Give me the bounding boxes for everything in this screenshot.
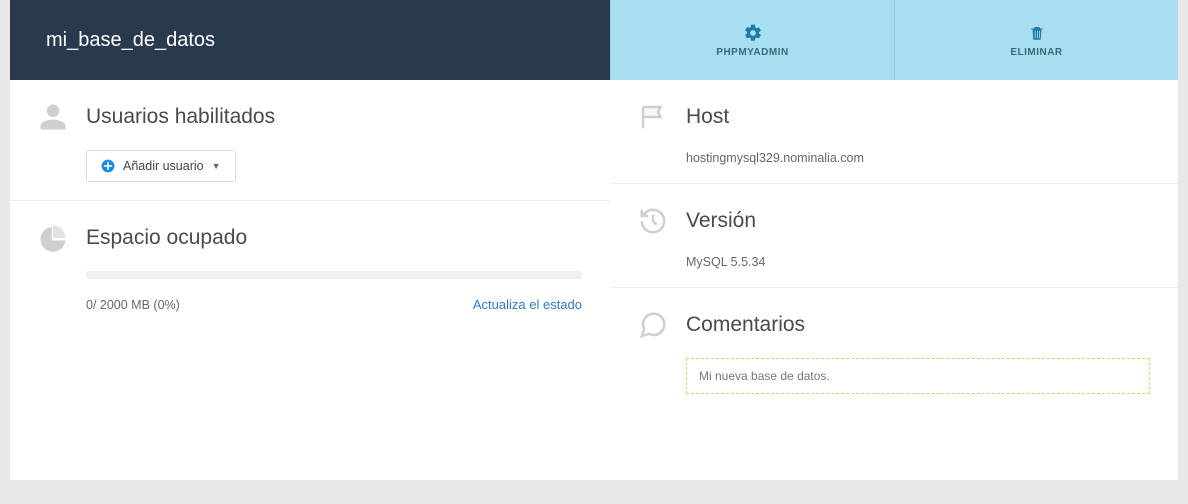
flag-icon: [638, 102, 668, 132]
users-section: Usuarios habilitados Añadir usuario ▼: [10, 80, 610, 201]
comments-header: Comentarios: [638, 310, 1150, 340]
add-user-button[interactable]: Añadir usuario ▼: [86, 150, 236, 182]
version-section: Versión MySQL 5.5.34: [610, 184, 1178, 288]
user-icon: [38, 102, 68, 132]
refresh-state-link[interactable]: Actualiza el estado: [473, 297, 582, 312]
left-column: Usuarios habilitados Añadir usuario ▼: [10, 80, 610, 480]
eliminar-action[interactable]: ELIMINAR: [894, 0, 1178, 80]
comments-content: Mi nueva base de datos.: [638, 358, 1150, 394]
space-usage-text: 0/ 2000 MB (0%): [86, 298, 180, 312]
add-user-label: Añadir usuario: [123, 159, 204, 173]
version-header: Versión: [638, 206, 1150, 236]
database-title: mi_base_de_datos: [46, 29, 215, 52]
eliminar-label: ELIMINAR: [1010, 47, 1062, 58]
header-row: mi_base_de_datos PHPMYADMIN ELIMINAR: [10, 0, 1178, 80]
body-row: Usuarios habilitados Añadir usuario ▼: [10, 80, 1178, 480]
phpmyadmin-action[interactable]: PHPMYADMIN: [610, 0, 894, 80]
host-title: Host: [686, 105, 729, 129]
version-value: MySQL 5.5.34: [686, 255, 765, 269]
version-content: MySQL 5.5.34: [638, 254, 1150, 269]
space-title: Espacio ocupado: [86, 226, 247, 250]
pie-chart-icon: [38, 223, 68, 253]
space-progress-bar: [86, 271, 582, 279]
host-header: Host: [638, 102, 1150, 132]
history-icon: [638, 206, 668, 236]
host-content: hostingmysql329.nominalia.com: [638, 150, 1150, 165]
database-panel: mi_base_de_datos PHPMYADMIN ELIMINAR: [10, 0, 1178, 480]
version-title: Versión: [686, 209, 756, 233]
space-section: Espacio ocupado 0/ 2000 MB (0%) Actualiz…: [10, 201, 610, 330]
speech-bubble-icon: [638, 310, 668, 340]
users-content: Añadir usuario ▼: [38, 150, 582, 182]
host-value: hostingmysql329.nominalia.com: [686, 151, 864, 165]
caret-down-icon: ▼: [212, 161, 221, 171]
comments-section: Comentarios Mi nueva base de datos.: [610, 288, 1178, 412]
space-header: Espacio ocupado: [38, 223, 582, 253]
phpmyadmin-label: PHPMYADMIN: [716, 47, 788, 58]
users-title: Usuarios habilitados: [86, 105, 275, 129]
comments-title: Comentarios: [686, 313, 805, 337]
plus-circle-icon: [101, 159, 115, 173]
trash-icon: [1028, 23, 1046, 43]
space-row: 0/ 2000 MB (0%) Actualiza el estado: [86, 297, 582, 312]
comment-input[interactable]: Mi nueva base de datos.: [686, 358, 1150, 394]
right-column: Host hostingmysql329.nominalia.com Versi…: [610, 80, 1178, 480]
comment-value: Mi nueva base de datos.: [699, 369, 830, 383]
gear-icon: [743, 23, 763, 43]
users-header: Usuarios habilitados: [38, 102, 582, 132]
space-content: 0/ 2000 MB (0%) Actualiza el estado: [38, 271, 582, 312]
host-section: Host hostingmysql329.nominalia.com: [610, 80, 1178, 184]
database-title-cell: mi_base_de_datos: [10, 0, 610, 80]
